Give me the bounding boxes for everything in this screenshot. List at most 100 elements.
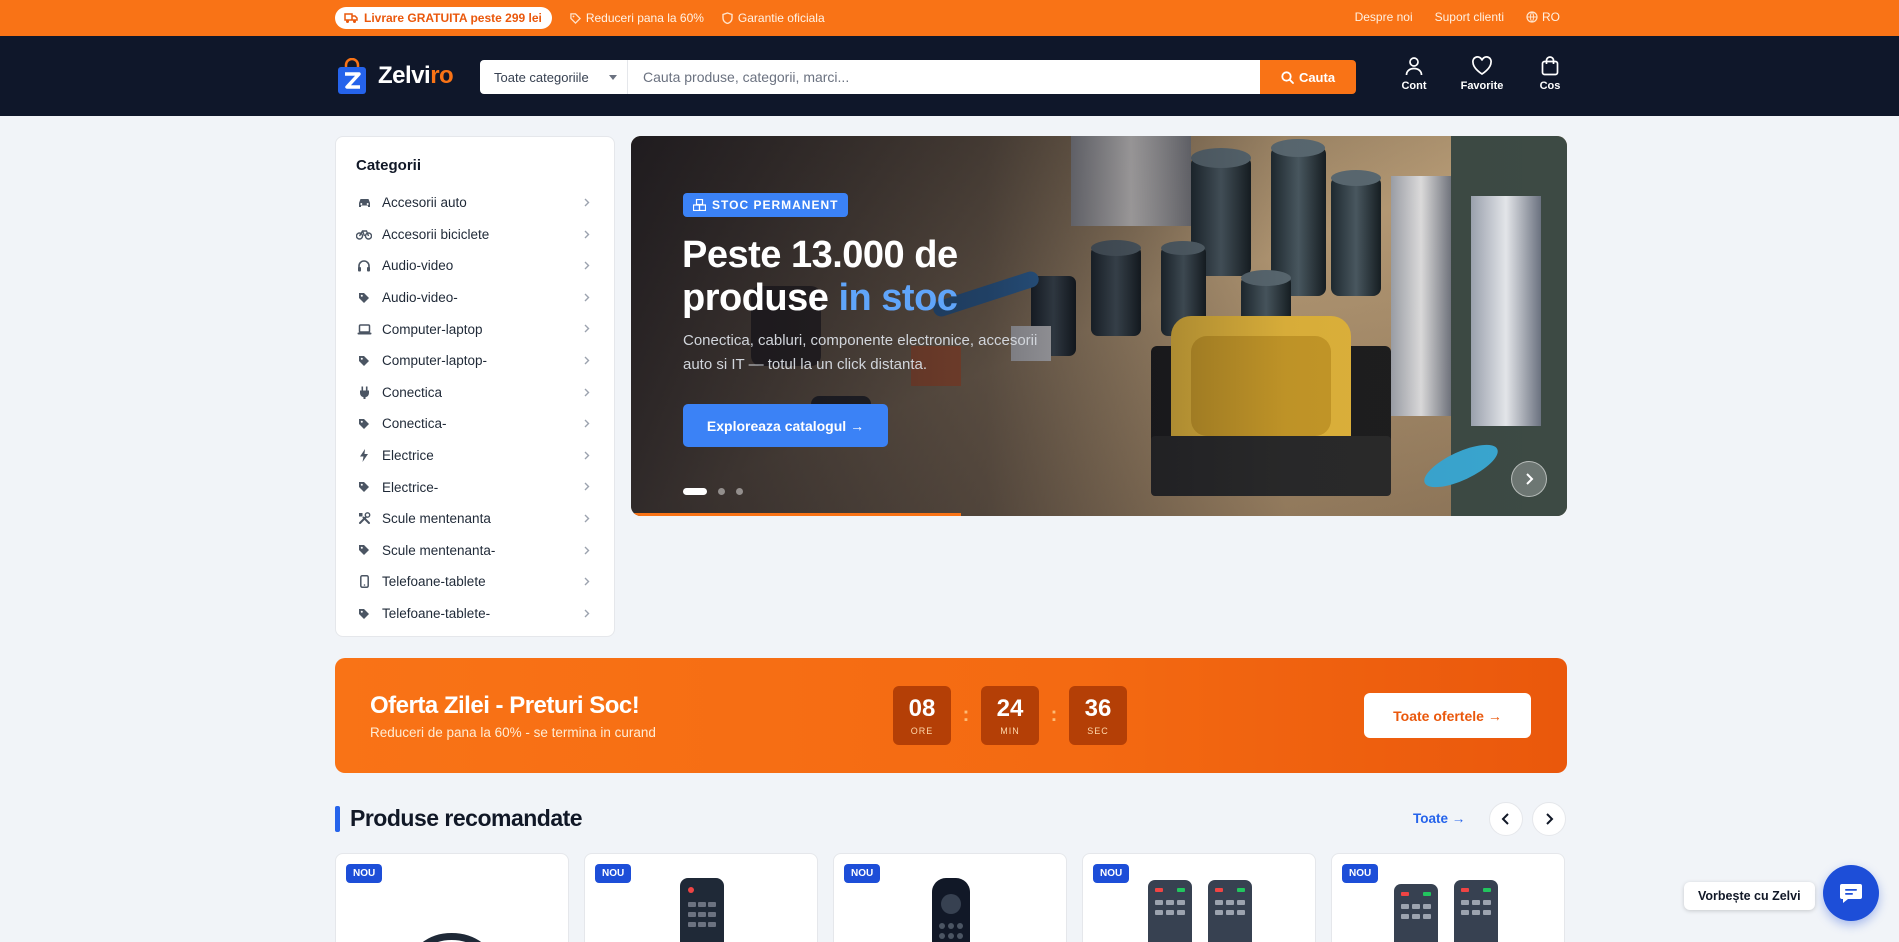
product-card[interactable]: NOU [1082,853,1316,942]
slide-dot-2[interactable] [718,488,725,495]
headphones-icon [356,259,372,272]
logo-text-accent: ro [430,62,454,89]
chevron-left-icon [1501,813,1509,825]
hero-banner: STOC PERMANENT Peste 13.000 de produse i… [631,136,1567,516]
laptop-icon [356,323,372,335]
sidebar-item-label: Telefoane-tablete [382,574,486,590]
logo-text: Zelviro [378,62,454,90]
sidebar-item-label: Scule mentenanta [382,511,491,527]
phone-icon [356,575,372,589]
timer-hours: 08 ORE [893,686,951,745]
product-card[interactable]: NOU [584,853,818,942]
logo-bag-icon [338,58,366,94]
chevron-right-icon [584,451,590,460]
new-badge: NOU [1093,864,1130,883]
search-button[interactable]: Cauta [1260,60,1356,94]
sidebar-item[interactable]: Electrice- [336,471,614,503]
language-label: RO [1542,10,1560,24]
sidebar-item[interactable]: Accesorii biciclete [336,219,614,251]
chevron-right-icon [1546,813,1554,825]
chevron-right-icon [584,388,590,397]
chevron-right-icon [584,609,590,618]
hero-subtitle: Conectica, cabluri, componente electroni… [683,332,1038,373]
sidebar-item[interactable]: Audio-video [336,250,614,282]
cart-button[interactable]: Cos [1516,56,1584,92]
warranty-info: Garantie oficiala [722,11,825,25]
timer-separator: : [962,704,970,726]
carousel-prev-button[interactable] [1489,802,1523,836]
sidebar-item[interactable]: Conectica- [336,408,614,440]
sidebar-item-label: Scule mentenanta- [382,542,496,558]
favorites-button[interactable]: Favorite [1448,56,1516,92]
sidebar-item[interactable]: Conectica [336,377,614,409]
shield-icon [722,12,733,24]
product-card[interactable]: NOU [1331,853,1565,942]
timer-seconds: 36 SEC [1069,686,1127,745]
slide-dot-1[interactable] [683,488,707,495]
sidebar-item[interactable]: Telefoane-tablete [336,566,614,598]
sidebar-item[interactable]: Accesorii auto [336,187,614,219]
user-icon [1405,57,1423,76]
sidebar-item-label: Accesorii biciclete [382,226,490,242]
chevron-right-icon [584,356,590,365]
plug-icon [356,386,372,399]
hero-title-plain: produse [682,277,829,319]
support-link[interactable]: Suport clienti [1435,10,1504,24]
product-card[interactable]: NOU [833,853,1067,942]
sidebar-item[interactable]: Scule mentenanta- [336,535,614,567]
sidebar-item[interactable]: Electrice [336,440,614,472]
logo[interactable]: Zelviro [337,58,454,94]
new-badge: NOU [346,864,383,883]
language-selector[interactable]: RO [1526,10,1560,24]
chat-label[interactable]: Vorbește cu Zelvi [1684,882,1815,910]
tag-icon [356,355,372,367]
sidebar-item-label: Telefoane-tablete- [382,606,491,622]
search-icon [1281,70,1294,84]
sidebar-item[interactable]: Scule mentenanta [336,503,614,535]
timer-minutes: 24 MIN [981,686,1039,745]
bolt-icon [356,449,372,463]
sidebar-item[interactable]: Telefoane-tablete- [336,598,614,630]
slide-dot-3[interactable] [736,488,743,495]
account-button[interactable]: Cont [1380,56,1448,92]
sidebar-item-label: Conectica- [382,416,447,432]
chevron-right-icon [584,514,590,523]
chevron-right-icon [584,577,590,586]
deal-of-the-day-banner: Oferta Zilei - Preturi Soc! Reduceri de … [335,658,1567,773]
bicycle-icon [356,228,372,241]
tag-icon [356,418,372,430]
tag-icon [570,12,581,24]
explore-catalog-button[interactable]: Exploreaza catalogul → [683,404,888,447]
hero-next-button[interactable] [1511,461,1547,497]
main-header: Zelviro Toate categoriile Cauta Cont Fav… [0,36,1899,116]
search-input[interactable] [628,60,1260,94]
carousel-next-button[interactable] [1532,802,1566,836]
sidebar-item[interactable]: Computer-laptop- [336,345,614,377]
sidebar-item[interactable]: Audio-video- [336,282,614,314]
header-actions: Cont Favorite Cos [1380,56,1584,92]
search-button-label: Cauta [1298,69,1336,85]
section-accent-bar [335,806,340,832]
timer-hours-label: ORE [910,725,934,736]
product-card[interactable]: NOU [335,853,569,942]
chevron-right-icon [584,419,590,428]
categories-list: Accesorii auto Accesorii biciclete Audio-v… [336,187,614,629]
cart-label: Cos [1539,80,1561,92]
countdown-timer: 08 ORE : 24 MIN : 36 SEC [893,686,1127,745]
tag-icon [356,481,372,493]
about-link[interactable]: Despre noi [1355,10,1413,24]
timer-minutes-label: MIN [1000,725,1020,736]
sidebar-item[interactable]: Computer-laptop [336,313,614,345]
deal-subtitle: Reduceri de pana la 60% - se termina in … [370,725,656,740]
chat-button[interactable] [1823,865,1879,921]
free-shipping-text: Livrare GRATUITA peste 299 lei [364,11,542,25]
all-offers-button[interactable]: Toate ofertele → [1364,693,1531,738]
see-all-link[interactable]: Toate → [1413,811,1465,826]
top-bar: Livrare GRATUITA peste 299 lei Reduceri … [0,0,1899,36]
heart-icon [1472,56,1492,75]
category-select[interactable]: Toate categoriile [480,60,628,94]
boxes-icon [693,199,706,211]
hero-title: Peste 13.000 de produse in stoc [682,234,1102,320]
search-bar: Toate categoriile Cauta [480,60,1356,94]
new-badge: NOU [1342,864,1379,883]
